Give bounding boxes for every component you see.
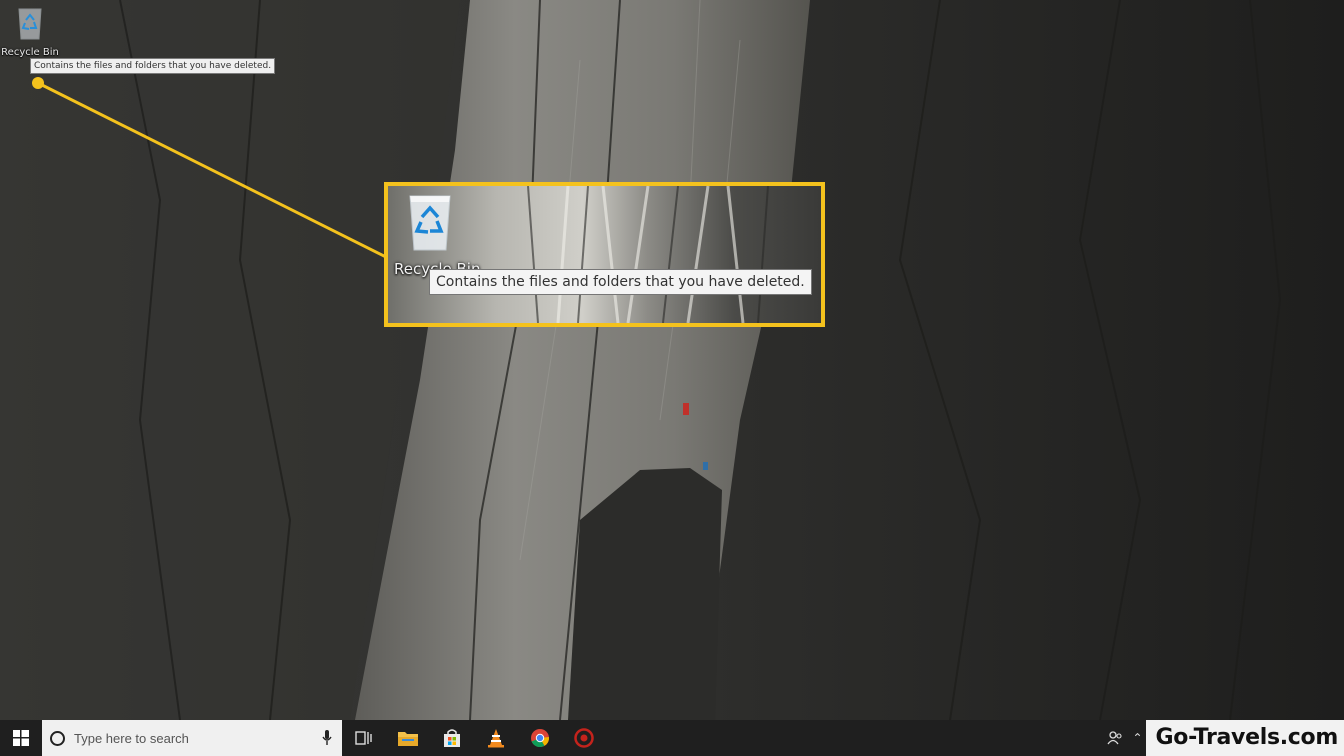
people-icon [1106, 731, 1122, 745]
zoom-callout-box: Recycle Bin Contains the files and folde… [384, 182, 825, 327]
file-explorer-button[interactable] [386, 720, 430, 756]
chrome-icon [531, 729, 550, 748]
store-bag-icon [444, 729, 460, 747]
system-tray: ⌃ Go-Travels.com [1100, 720, 1344, 756]
vlc-button[interactable] [474, 720, 518, 756]
taskbar-search-box[interactable]: Type here to search [42, 720, 342, 756]
recycle-bin-tooltip: Contains the files and folders that you … [30, 58, 276, 74]
recycle-bin-tooltip-zoomed: Contains the files and folders that you … [429, 269, 812, 295]
show-hidden-icons-chevron[interactable]: ⌃ [1130, 731, 1146, 745]
task-view-button[interactable] [342, 720, 386, 756]
store-button[interactable] [430, 720, 474, 756]
folder-icon [398, 732, 418, 746]
recycle-bin-icon-zoomed [404, 192, 456, 257]
cortana-circle-icon [50, 730, 65, 746]
start-button[interactable] [0, 720, 42, 756]
chrome-button[interactable] [518, 720, 562, 756]
search-placeholder: Type here to search [74, 730, 189, 746]
red-app-button[interactable] [562, 720, 606, 756]
windows-logo-icon [13, 730, 29, 746]
vlc-cone-icon [488, 729, 504, 748]
watermark-logo: Go-Travels.com [1145, 720, 1344, 756]
red-circle-app-icon [574, 728, 594, 748]
microphone-icon[interactable] [322, 730, 332, 746]
taskbar: Type here to search ⌃ Go-Travels.com [0, 720, 1344, 756]
people-button[interactable] [1100, 720, 1130, 756]
recycle-bin-icon [15, 6, 45, 45]
task-view-icon [355, 731, 372, 745]
recycle-bin-label: Recycle Bin [1, 47, 59, 58]
desktop-wallpaper [0, 0, 1344, 720]
recycle-bin-desktop-icon[interactable]: Recycle Bin [0, 0, 60, 66]
